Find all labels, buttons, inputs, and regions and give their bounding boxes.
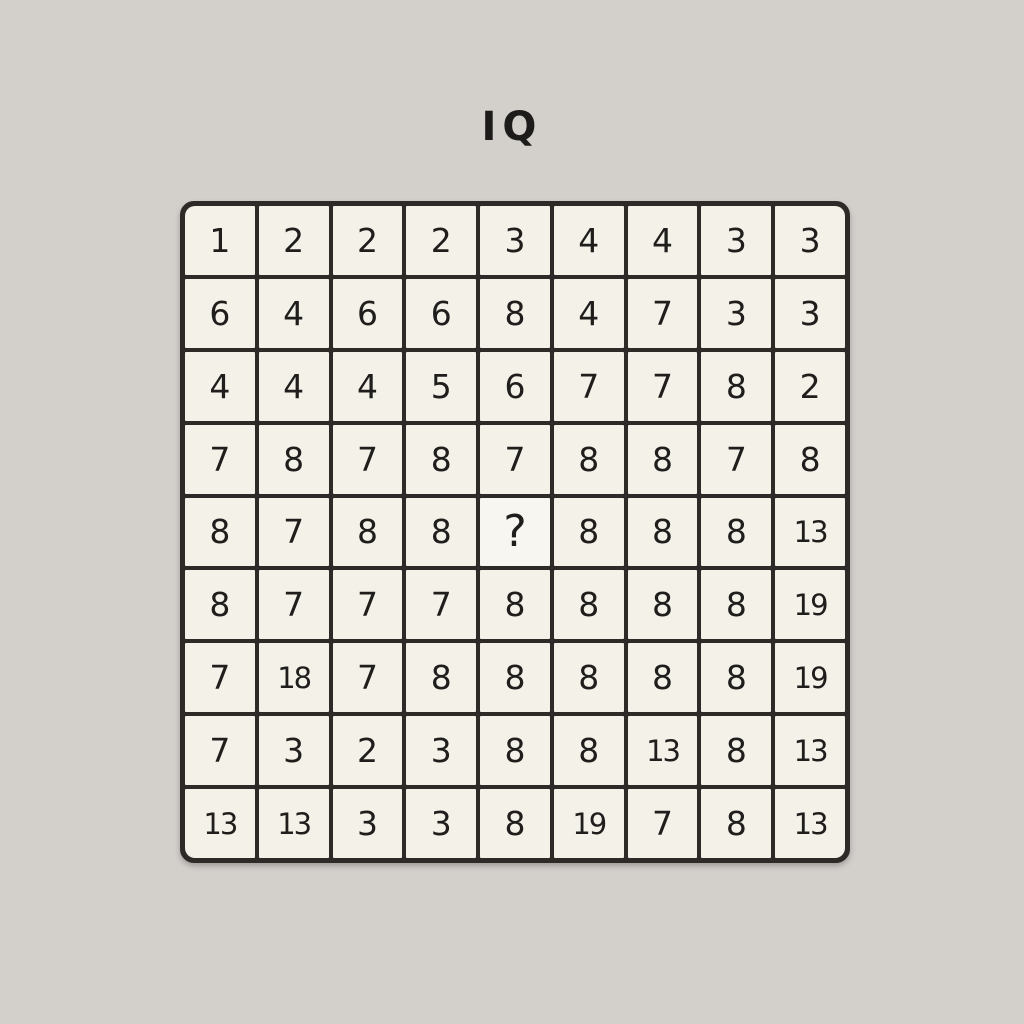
grid-cell: 8 — [258, 424, 329, 494]
grid-cell: 13 — [775, 789, 845, 858]
grid-cell: 3 — [258, 716, 329, 786]
grid-cell: 7 — [480, 424, 550, 494]
grid-cell: 8 — [185, 497, 255, 567]
grid-cell: 4 — [332, 351, 403, 421]
grid-cell: 13 — [185, 789, 255, 858]
grid-cell: 2 — [406, 206, 477, 275]
grid-cell: 4 — [258, 278, 329, 348]
grid-cell: 7 — [332, 424, 403, 494]
grid-cell: 3 — [480, 206, 550, 275]
grid-cell: 1 — [185, 206, 255, 275]
grid-cell: 19 — [775, 643, 845, 713]
grid-cell: 7 — [627, 789, 698, 858]
grid-cell: 7 — [258, 570, 329, 640]
grid-cell: 7 — [185, 424, 255, 494]
grid-cell: 3 — [775, 206, 845, 275]
grid-cell: 19 — [553, 789, 624, 858]
grid-cell: 8 — [406, 424, 477, 494]
grid-cell: 8 — [406, 643, 477, 713]
grid-cell: 7 — [701, 424, 772, 494]
number-grid: 1222344336466847334445677827878788788788… — [180, 201, 850, 863]
grid-cell: 8 — [627, 497, 698, 567]
grid-cell: 8 — [701, 716, 772, 786]
grid-cell: 2 — [332, 206, 403, 275]
grid-cell: 7 — [185, 716, 255, 786]
grid-cell: 4 — [553, 278, 624, 348]
grid-cell: 8 — [332, 497, 403, 567]
grid-cell: 8 — [480, 570, 550, 640]
grid-cell: 7 — [332, 643, 403, 713]
grid-cell: 13 — [775, 497, 845, 567]
grid-cell: 18 — [258, 643, 329, 713]
grid-cell: 4 — [627, 206, 698, 275]
grid-cell: 8 — [480, 716, 550, 786]
grid-cell: 8 — [553, 643, 624, 713]
grid-cell: 8 — [406, 497, 477, 567]
grid-cell: 8 — [553, 570, 624, 640]
grid-cell: 3 — [701, 206, 772, 275]
grid-cell: 3 — [332, 789, 403, 858]
grid-cell: 7 — [627, 351, 698, 421]
grid-cell: 7 — [406, 570, 477, 640]
grid-cell: 8 — [185, 570, 255, 640]
grid-cell: 8 — [701, 497, 772, 567]
grid-cell: 4 — [553, 206, 624, 275]
grid-cell: 8 — [480, 643, 550, 713]
grid-cell: 13 — [258, 789, 329, 858]
grid-cell: 8 — [775, 424, 845, 494]
grid-cell: 6 — [480, 351, 550, 421]
grid-cell: 8 — [701, 570, 772, 640]
grid-cell: 3 — [406, 716, 477, 786]
grid-cell: 5 — [406, 351, 477, 421]
grid-cell: 8 — [627, 424, 698, 494]
grid-cell: 7 — [627, 278, 698, 348]
grid-cell: 8 — [701, 789, 772, 858]
grid-cell: 7 — [332, 570, 403, 640]
grid-cell: 8 — [480, 278, 550, 348]
missing-number-cell[interactable]: ? — [480, 497, 550, 567]
grid-cell: 3 — [775, 278, 845, 348]
grid-cell: 6 — [185, 278, 255, 348]
grid-cell: 2 — [775, 351, 845, 421]
grid-cell: 13 — [775, 716, 845, 786]
grid-cell: 4 — [185, 351, 255, 421]
grid-cell: 6 — [332, 278, 403, 348]
grid-cell: 3 — [701, 278, 772, 348]
grid-cell: 3 — [406, 789, 477, 858]
grid-cell: 2 — [258, 206, 329, 275]
grid-cell: 4 — [258, 351, 329, 421]
grid-cell: 8 — [701, 643, 772, 713]
grid-cell: 7 — [553, 351, 624, 421]
grid-cell: 2 — [332, 716, 403, 786]
grid-cell: 8 — [627, 570, 698, 640]
grid-cell: 8 — [701, 351, 772, 421]
grid-cell: 19 — [775, 570, 845, 640]
grid-cell: 8 — [480, 789, 550, 858]
grid-cell: 6 — [406, 278, 477, 348]
grid-cell: 13 — [627, 716, 698, 786]
grid-cell: 8 — [553, 716, 624, 786]
grid-cell: 8 — [553, 497, 624, 567]
grid-cell: 8 — [553, 424, 624, 494]
grid-cell: 7 — [185, 643, 255, 713]
grid-cell: 7 — [258, 497, 329, 567]
grid-cell: 8 — [627, 643, 698, 713]
puzzle-title: IQ — [481, 104, 543, 150]
